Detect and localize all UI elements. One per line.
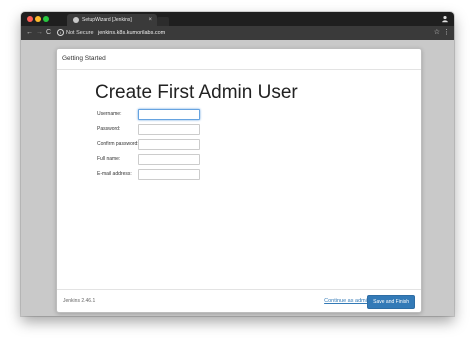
browser-toolbar: ← → C i Not Secure jenkins.k8s.kumorilabs… xyxy=(21,26,454,40)
password-label: Password: xyxy=(97,126,121,132)
info-icon: i xyxy=(57,29,64,37)
security-indicator[interactable]: i Not Secure xyxy=(57,26,94,40)
jenkins-favicon-icon xyxy=(73,17,79,23)
setup-dialog: Getting Started Create First Admin User … xyxy=(56,48,422,313)
username-input[interactable] xyxy=(138,109,200,120)
username-label: Username: xyxy=(97,111,122,117)
close-window-icon[interactable] xyxy=(27,16,33,22)
reload-icon[interactable]: C xyxy=(46,26,51,40)
forward-arrow-icon[interactable]: → xyxy=(36,26,43,40)
full-name-label: Full name: xyxy=(97,156,121,162)
page-viewport: Getting Started Create First Admin User … xyxy=(21,40,454,316)
jenkins-version: Jenkins 2.46.1 xyxy=(63,298,96,304)
email-row: E-mail address: xyxy=(97,169,207,180)
minimize-window-icon[interactable] xyxy=(35,16,41,22)
new-tab-button[interactable] xyxy=(157,17,169,26)
address-bar[interactable]: jenkins.k8s.kumorilabs.com xyxy=(98,26,165,40)
confirm-password-label: Confirm password: xyxy=(97,141,139,147)
dialog-header: Getting Started xyxy=(57,49,421,70)
continue-as-admin-link[interactable]: Continue as admin xyxy=(324,290,370,312)
save-and-finish-button[interactable]: Save and Finish xyxy=(367,295,415,309)
security-label: Not Secure xyxy=(66,30,94,36)
maximize-window-icon[interactable] xyxy=(43,16,49,22)
password-row: Password: xyxy=(97,124,207,135)
email-input[interactable] xyxy=(138,169,200,180)
profile-icon[interactable] xyxy=(441,15,449,23)
tab-setupwizard[interactable]: SetupWizard [Jenkins] × xyxy=(67,14,157,26)
dialog-footer: Jenkins 2.46.1 Continue as admin Save an… xyxy=(57,289,421,312)
confirm-password-input[interactable] xyxy=(138,139,200,150)
browser-window: SetupWizard [Jenkins] × ← → C i Not Secur… xyxy=(21,12,454,316)
username-row: Username: xyxy=(97,109,207,120)
back-arrow-icon[interactable]: ← xyxy=(26,26,33,40)
bookmark-star-icon[interactable]: ☆ xyxy=(434,26,440,40)
page-title: Create First Admin User xyxy=(95,82,298,103)
browser-titlebar: SetupWizard [Jenkins] × xyxy=(21,12,454,26)
email-label: E-mail address: xyxy=(97,171,132,177)
confirm-password-row: Confirm password: xyxy=(97,139,207,150)
password-input[interactable] xyxy=(138,124,200,135)
browser-menu-icon[interactable]: ⋮ xyxy=(443,26,450,40)
full-name-input[interactable] xyxy=(138,154,200,165)
dialog-header-title: Getting Started xyxy=(62,55,106,62)
tab-title: SetupWizard [Jenkins] xyxy=(82,17,132,23)
full-name-row: Full name: xyxy=(97,154,207,165)
tab-close-icon[interactable]: × xyxy=(148,14,152,26)
